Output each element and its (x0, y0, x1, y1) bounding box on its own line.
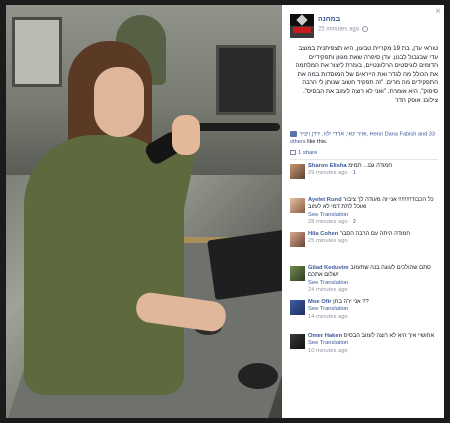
comment-meta: 24 minutes ago (308, 287, 348, 294)
share-icon (290, 150, 296, 155)
commenter-name[interactable]: Omer Haken (308, 333, 342, 339)
list-item: Ayelet Rund כל הכבוד!!!!!!!! אני זה מעוד… (290, 194, 440, 228)
avatar[interactable] (290, 334, 305, 349)
commenter-name[interactable]: Moe Ofir (308, 299, 332, 305)
see-translation-link[interactable]: See Translation (308, 212, 438, 219)
commenter-name[interactable]: Ayelet Rund (308, 197, 342, 203)
comment-text: אני ירה בחן ?? (333, 299, 369, 305)
avatar[interactable] (290, 198, 305, 213)
comment-text: חמודה היתה עם הרבה הסבר (339, 231, 411, 237)
avatar[interactable] (290, 266, 305, 281)
list-item: Hila Cohen חמודה היתה עם הרבה הסבר 25 mi… (290, 228, 440, 262)
page-name-link[interactable]: במחנה (318, 16, 340, 23)
lightbox-frame: × במחנה 25 minutes ago טוראי עדן, בת 19 … (0, 0, 450, 423)
see-translation-link[interactable]: See Translation (308, 306, 438, 313)
commenter-name[interactable]: Hila Cohen (308, 231, 338, 237)
photo-keyboard (207, 229, 282, 301)
see-translation-link[interactable]: See Translation (308, 340, 438, 347)
list-item: Sharon Elisha חמודה גם... תמימ 29 minute… (290, 160, 440, 194)
post-caption: טוראי עדן, בת 19 מקריית טבעון, היא תצפית… (295, 45, 438, 104)
photo-window (12, 17, 62, 87)
comment-text: חמודה גם... תמימ (348, 163, 393, 169)
commenter-name[interactable]: Gilad Keduvim (308, 265, 349, 271)
comment-meta: 14 minutes ago (308, 313, 348, 320)
likes-names-link[interactable]: ואיר ינאי, ארדי ילוז, ירדן ויציר, Henri … (300, 131, 417, 137)
share-count[interactable]: 1 share (290, 150, 317, 156)
likes-summary: ואיר ינאי, ארדי ילוז, ירדן ויציר, Henri … (290, 131, 435, 145)
comment-meta: 29 minutes ago · 1 (308, 170, 357, 177)
globe-icon (361, 26, 368, 32)
close-icon[interactable]: × (435, 6, 441, 17)
comments-list: Sharon Elisha חמודה גם... תמימ 29 minute… (290, 160, 440, 364)
page-avatar[interactable] (290, 14, 314, 38)
comment-like-count[interactable]: 1 (353, 170, 356, 176)
photo-monitor (216, 45, 276, 115)
comment-meta: 28 minutes ago · 2 (308, 219, 357, 226)
avatar[interactable] (290, 164, 305, 179)
photo-phone-cord (190, 123, 280, 131)
photo-soldier-face (94, 67, 144, 137)
photo-soldier-hand (172, 115, 200, 155)
like-thumb-icon (290, 131, 297, 137)
photo-mouse (238, 363, 278, 389)
see-translation-link[interactable]: See Translation (308, 280, 438, 287)
list-item: Omer Haken אחושיי איך היא לא רוצה לעזוב … (290, 330, 440, 364)
comment-like-count[interactable]: 2 (353, 219, 356, 225)
list-item: Moe Ofir אני ירה בחן ?? See Translation … (290, 296, 440, 330)
list-item: Gilad Keduvim סתם שהולכים לעוגה בנה שתעז… (290, 262, 440, 296)
comment-meta: 25 minutes ago (308, 238, 348, 245)
post-timestamp[interactable]: 25 minutes ago (318, 26, 368, 33)
comment-text: אחושיי איך היא לא רוצה לעזוב הבסיס (343, 333, 435, 339)
avatar[interactable] (290, 300, 305, 315)
post-photo[interactable] (6, 5, 282, 418)
avatar[interactable] (290, 232, 305, 247)
commenter-name[interactable]: Sharon Elisha (308, 163, 347, 169)
comment-meta: 10 minutes ago (308, 347, 348, 354)
post-header: במחנה 25 minutes ago (290, 14, 436, 44)
post-side-panel: × במחנה 25 minutes ago טוראי עדן, בת 19 … (282, 5, 444, 418)
